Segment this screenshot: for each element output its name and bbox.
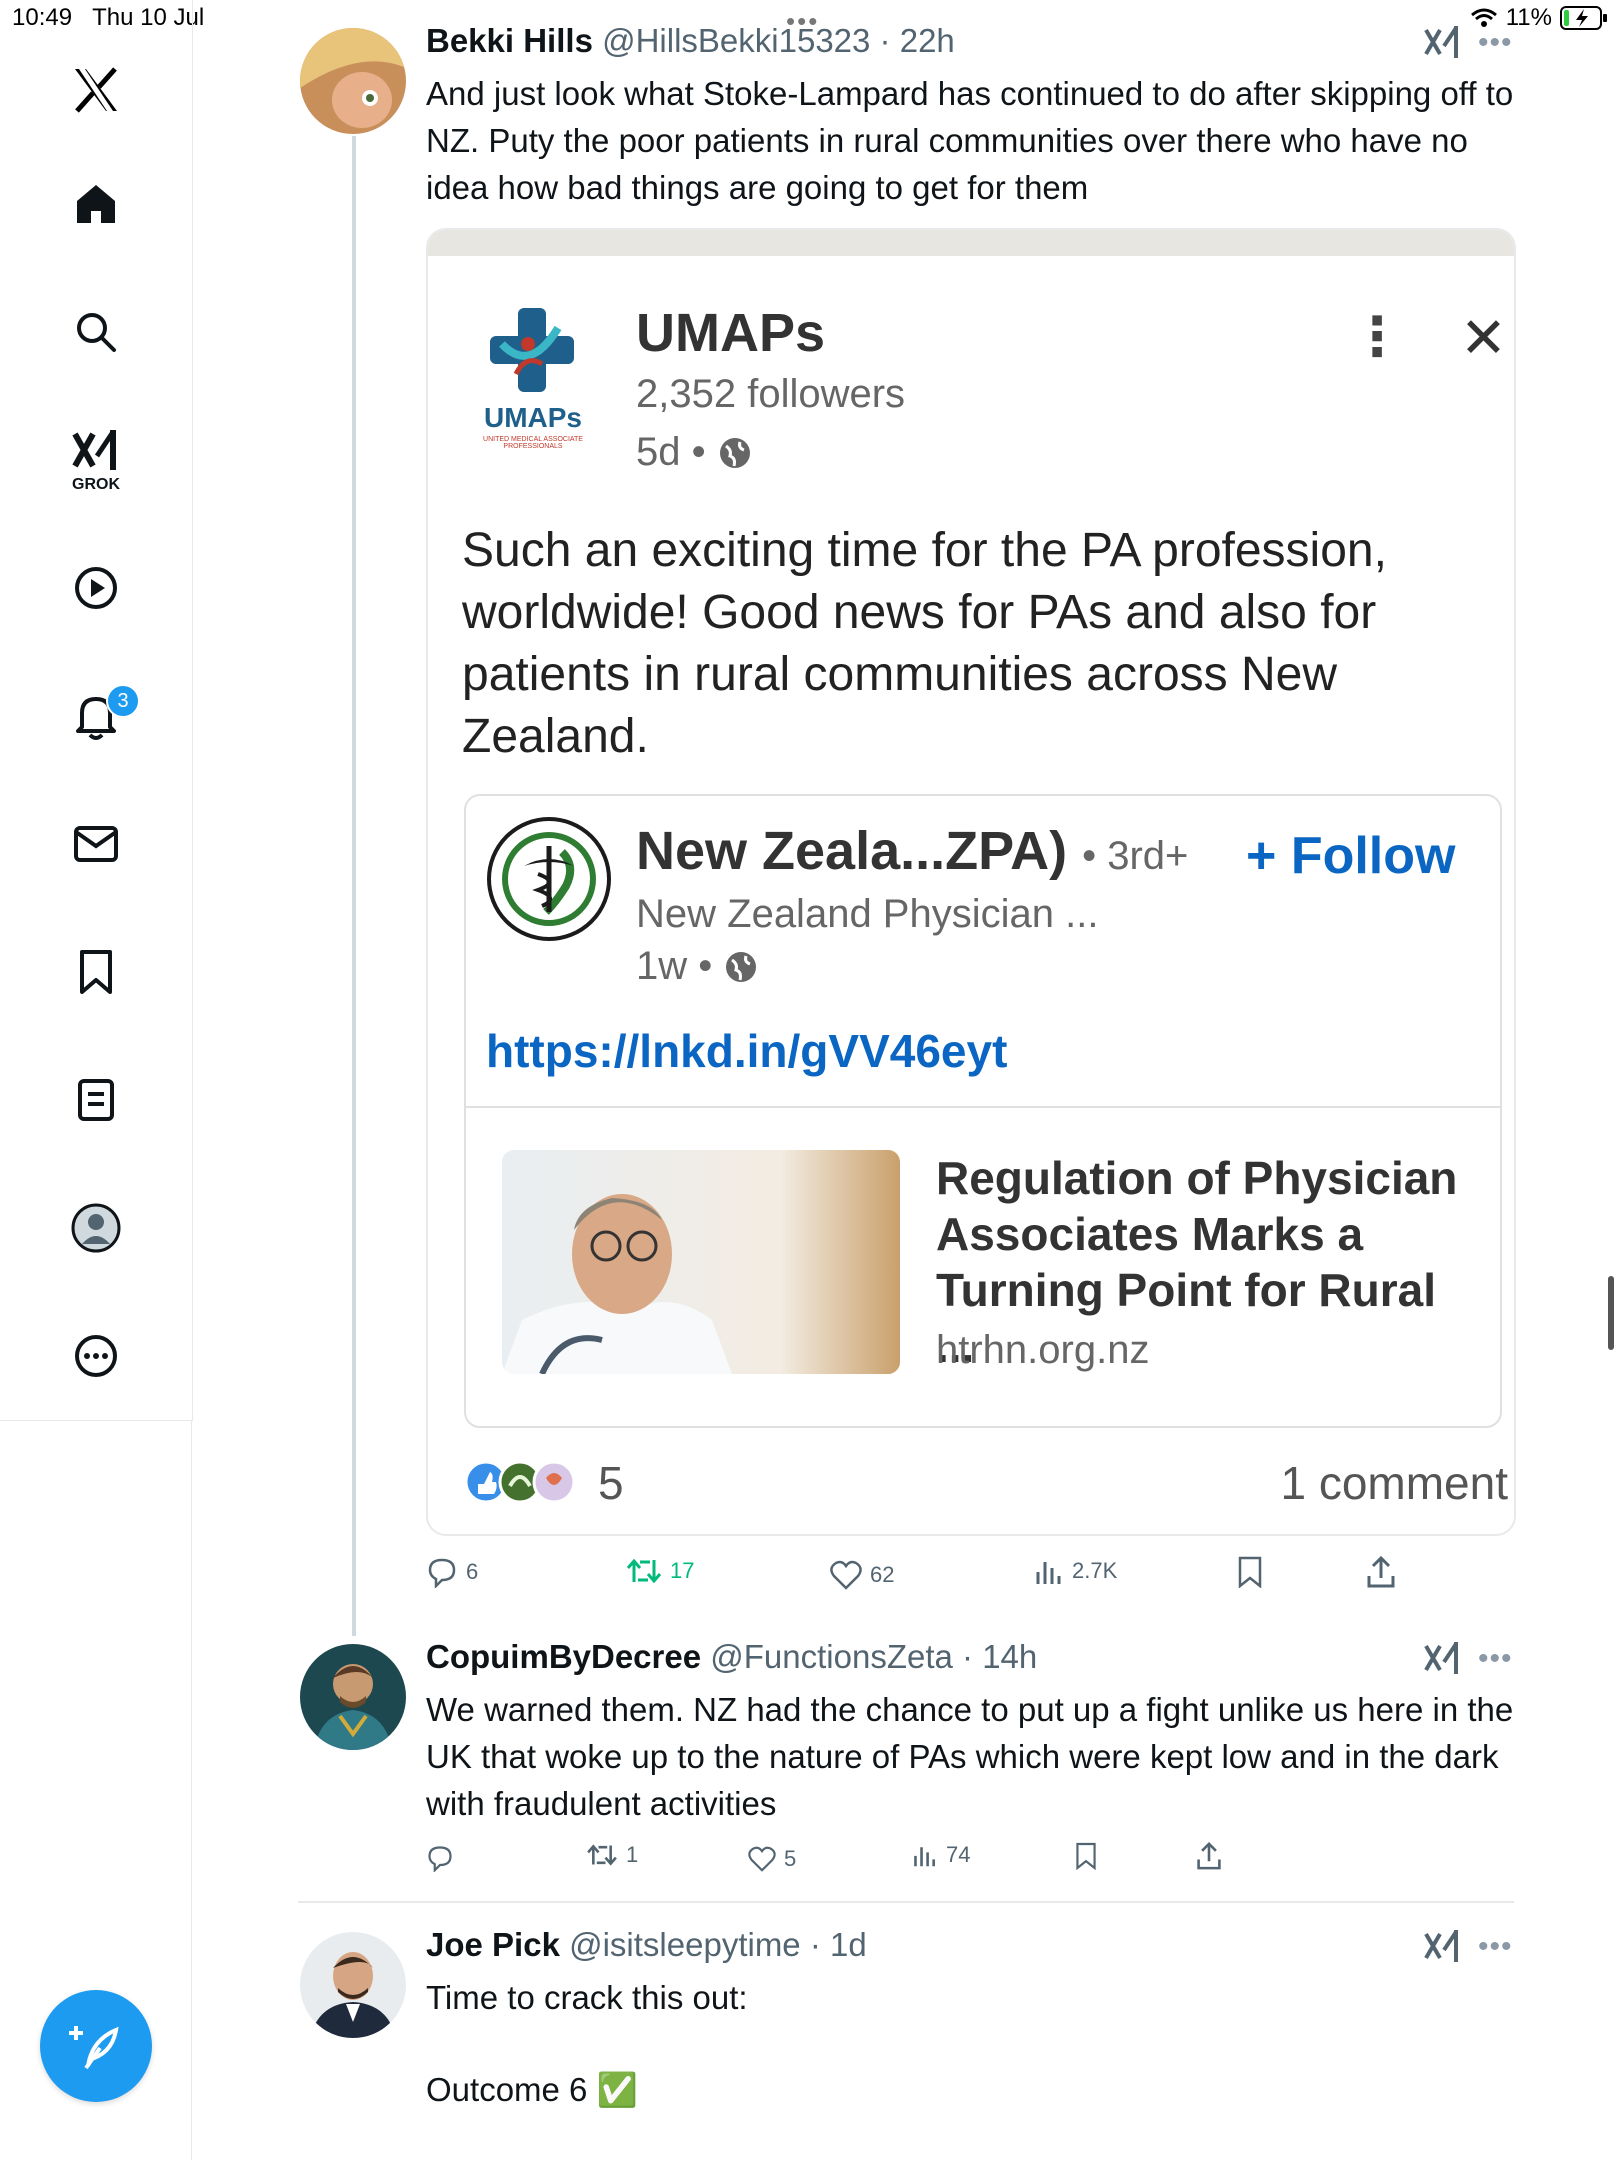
search-icon[interactable]	[66, 302, 126, 362]
tweet-time[interactable]: 22h	[900, 22, 955, 59]
views-button[interactable]: 2.7K	[1034, 1556, 1117, 1586]
nzpa-logo	[486, 816, 612, 942]
divider	[466, 1106, 1500, 1108]
compose-post-button[interactable]	[40, 1990, 152, 2102]
compose-feather-icon	[69, 2026, 119, 2070]
like-button[interactable]: 62	[830, 1560, 894, 1590]
notifications-badge: 3	[106, 684, 140, 718]
avatar[interactable]	[300, 1932, 406, 2038]
tweet-time[interactable]: 1d	[830, 1926, 867, 1963]
tweet-more-icon[interactable]: •••	[1478, 26, 1513, 60]
tweet-time[interactable]: 14h	[982, 1638, 1037, 1675]
card-top-strip	[428, 230, 1514, 256]
lists-icon[interactable]	[66, 1070, 126, 1130]
comment-count: 1 comment	[1280, 1457, 1508, 1509]
bookmark-icon	[1076, 1842, 1096, 1870]
follow-button: + Follow	[1246, 827, 1456, 885]
embedded-image-card[interactable]: UMAPs UNITED MEDICAL ASSOCIATE PROFESSIO…	[426, 228, 1516, 1536]
repost-button[interactable]: 1	[586, 1842, 638, 1868]
repost-button[interactable]: 17	[626, 1556, 694, 1586]
grok-label: GROK	[72, 476, 120, 493]
avatar[interactable]	[300, 1644, 406, 1750]
views-button[interactable]: 74	[912, 1842, 970, 1868]
article-domain: htrhn.org.nz	[936, 1328, 1150, 1372]
umaps-logo-text: UMAPs	[483, 402, 582, 433]
analytics-icon	[1036, 1562, 1061, 1584]
author-name[interactable]: Joe Pick	[426, 1926, 560, 1963]
thread-connector-line	[352, 136, 356, 1636]
umaps-logo-subtext: UNITED MEDICAL ASSOCIATE PROFESSIONALS	[483, 436, 583, 450]
tweet-text: We warned them. NZ had the chance to put…	[426, 1691, 1514, 1822]
tweet-more-icon[interactable]: •••	[1478, 1642, 1513, 1676]
avatar[interactable]	[300, 28, 406, 134]
battery-charging-icon	[1560, 6, 1607, 30]
profile-icon[interactable]	[66, 1198, 126, 1258]
author-handle[interactable]: @FunctionsZeta	[710, 1638, 953, 1675]
author-handle[interactable]: @HillsBekki15323	[602, 22, 870, 59]
author-handle[interactable]: @isitsleepytime	[569, 1926, 801, 1963]
home-icon[interactable]	[66, 174, 126, 234]
bookmark-button[interactable]	[1074, 1842, 1098, 1870]
tweet-header: Joe Pick @isitsleepytime · 1d	[426, 1926, 867, 1963]
grok-tweet-icon[interactable]	[1424, 1928, 1460, 1973]
author-name[interactable]: Bekki Hills	[426, 22, 593, 59]
post-time: 5d •	[636, 430, 752, 475]
reaction-count: 5	[598, 1457, 624, 1509]
tweet-text-line2: Outcome 6 ✅	[426, 2071, 638, 2108]
bookmark-button[interactable]	[1236, 1556, 1264, 1588]
tweet-header: CopuimByDecree @FunctionsZeta · 14h	[426, 1638, 1038, 1675]
reply-button[interactable]	[426, 1844, 462, 1872]
close-icon: ✕	[1460, 306, 1507, 369]
share-button[interactable]	[1366, 1556, 1396, 1588]
shared-post: New Zeala...ZPA) • 3rd+ + Follow New Zea…	[464, 794, 1502, 1428]
tweet-more-icon[interactable]: •••	[1478, 1930, 1513, 1964]
tweet-header: Bekki Hills @HillsBekki15323 · 22h	[426, 22, 955, 59]
analytics-icon	[914, 1847, 935, 1867]
video-icon[interactable]	[66, 558, 126, 618]
heart-icon	[748, 1846, 776, 1872]
scrollbar[interactable]	[1608, 1276, 1614, 1350]
more-options-icon[interactable]	[66, 1326, 126, 1386]
grok-icon[interactable]	[66, 420, 126, 480]
repost-icon	[626, 1558, 662, 1584]
globe-icon	[726, 951, 757, 982]
bookmark-icon[interactable]	[66, 942, 126, 1002]
author-name[interactable]: CopuimByDecree	[426, 1638, 701, 1675]
embed-post-text: Such an exciting time for the PA profess…	[462, 524, 1387, 763]
reply-button[interactable]: 6	[426, 1556, 478, 1588]
share-button[interactable]	[1196, 1842, 1222, 1870]
repost-icon	[587, 1844, 617, 1866]
x-logo-icon[interactable]	[66, 60, 126, 120]
share-icon	[1367, 1556, 1395, 1588]
tweet-text-line1: Time to crack this out:	[426, 1979, 748, 2016]
messages-envelope-icon[interactable]	[66, 814, 126, 874]
sidebar-border	[191, 1420, 192, 2160]
globe-icon	[719, 437, 750, 468]
reply-icon	[428, 1558, 456, 1588]
org-followers: 2,352 followers	[636, 372, 906, 416]
grok-tweet-icon[interactable]	[1424, 24, 1460, 69]
shared-time: 1w •	[636, 944, 758, 989]
like-button[interactable]: 5	[748, 1846, 796, 1872]
bookmark-icon	[1238, 1556, 1262, 1588]
shared-author: New Zeala...ZPA) • 3rd+	[636, 821, 1189, 881]
tweet-divider	[298, 1901, 1514, 1903]
kebab-menu-icon: ⋮	[1350, 307, 1404, 367]
heart-icon	[830, 1560, 862, 1590]
share-icon	[1197, 1842, 1221, 1870]
org-name: UMAPs	[636, 303, 826, 363]
shared-author-subtitle: New Zealand Physician ...	[636, 892, 1099, 936]
tweet-text: And just look what Stoke-Lampard has con…	[426, 75, 1514, 206]
reply-icon	[428, 1846, 452, 1872]
grok-tweet-icon[interactable]	[1424, 1640, 1460, 1685]
reaction-icons	[462, 1458, 582, 1506]
shared-link: https://lnkd.in/gVV46eyt	[486, 1025, 1008, 1077]
article-thumbnail	[502, 1150, 900, 1374]
